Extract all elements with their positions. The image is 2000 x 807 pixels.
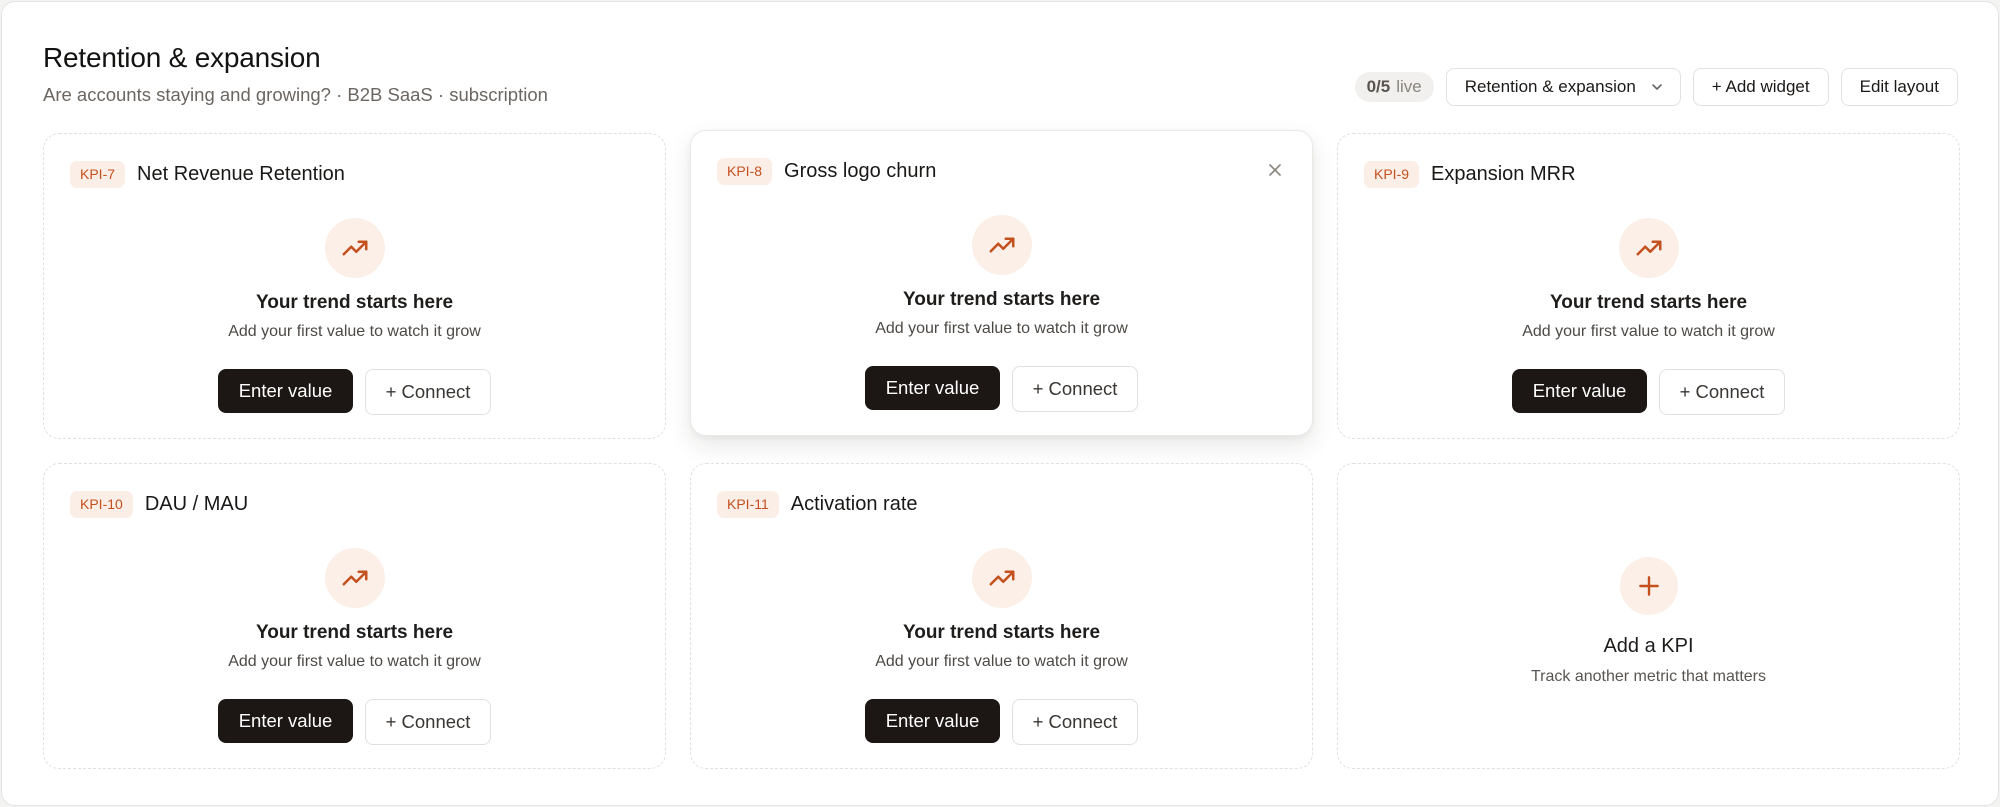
page-subtitle: Are accounts staying and growing? · B2B …	[43, 84, 548, 105]
kpi-card[interactable]: KPI-11 Activation rate Your trend starts…	[690, 463, 1313, 769]
connect-button[interactable]: + Connect	[365, 699, 491, 745]
kpi-name: Activation rate	[790, 492, 918, 515]
empty-state-title: Your trend starts here	[1549, 292, 1748, 313]
empty-state-subtitle: Add your first value to watch it grow	[1522, 323, 1775, 340]
edit-layout-button[interactable]: Edit layout	[1840, 68, 1958, 106]
card-actions: Enter value + Connect	[44, 369, 665, 415]
empty-state-subtitle: Add your first value to watch it grow	[228, 323, 481, 340]
add-widget-button[interactable]: + Add widget	[1692, 68, 1829, 106]
empty-state-subtitle: Add your first value to watch it grow	[875, 320, 1128, 337]
kpi-card[interactable]: KPI-8 Gross logo churn Your trend starts…	[690, 130, 1313, 436]
enter-value-button[interactable]: Enter value	[218, 369, 353, 413]
kpi-id-badge: KPI-11	[717, 490, 779, 518]
empty-state-title: Your trend starts here	[255, 622, 454, 643]
empty-state-subtitle: Add your first value to watch it grow	[228, 653, 481, 670]
kpi-card-header: KPI-9 Expansion MRR	[1364, 160, 1576, 188]
page-title: Retention & expansion	[43, 42, 321, 73]
add-kpi-subtitle: Track another metric that matters	[1530, 668, 1767, 685]
live-count: 0/5	[1366, 77, 1391, 96]
empty-state-subtitle: Add your first value to watch it grow	[875, 653, 1128, 670]
kpi-card[interactable]: KPI-7 Net Revenue Retention Your trend s…	[43, 133, 666, 439]
kpi-card-header: KPI-7 Net Revenue Retention	[70, 160, 345, 188]
trending-up-icon	[971, 548, 1032, 608]
add-kpi-card[interactable]: Add a KPI Track another metric that matt…	[1337, 463, 1960, 769]
kpi-card-header: KPI-11 Activation rate	[717, 490, 918, 518]
empty-state-title: Your trend starts here	[255, 292, 454, 313]
enter-value-button[interactable]: Enter value	[1512, 369, 1647, 413]
connect-button[interactable]: + Connect	[1012, 699, 1138, 745]
trending-up-icon	[324, 218, 385, 278]
add-kpi-title: Add a KPI	[1603, 635, 1694, 657]
close-icon[interactable]	[1266, 161, 1284, 179]
connect-button[interactable]: + Connect	[1659, 369, 1785, 415]
enter-value-button[interactable]: Enter value	[865, 699, 1000, 743]
kpi-id-badge: KPI-7	[70, 160, 126, 188]
trending-up-icon	[1618, 218, 1679, 278]
dashboard-frame: Retention & expansion Are accounts stayi…	[1, 1, 1999, 806]
kpi-card-header: KPI-10 DAU / MAU	[70, 490, 248, 518]
enter-value-button[interactable]: Enter value	[218, 699, 353, 743]
chevron-down-icon	[1651, 84, 1662, 90]
kpi-id-badge: KPI-9	[1364, 160, 1420, 188]
live-label: live	[1396, 77, 1422, 96]
live-status-badge: 0/5 live	[1354, 72, 1434, 102]
kpi-name: DAU / MAU	[144, 492, 249, 515]
dashboard-view-select[interactable]: Retention & expansion	[1445, 68, 1681, 106]
trending-up-icon	[324, 548, 385, 608]
kpi-card[interactable]: KPI-9 Expansion MRR Your trend starts he…	[1337, 133, 1960, 439]
card-actions: Enter value + Connect	[44, 699, 665, 745]
enter-value-button[interactable]: Enter value	[865, 366, 1000, 410]
card-actions: Enter value + Connect	[691, 366, 1312, 412]
trending-up-icon	[971, 215, 1032, 275]
connect-button[interactable]: + Connect	[365, 369, 491, 415]
dashboard-view-label: Retention & expansion	[1464, 77, 1636, 96]
plus-icon	[1619, 557, 1678, 615]
empty-state-title: Your trend starts here	[902, 622, 1101, 643]
kpi-card[interactable]: KPI-10 DAU / MAU Your trend starts here …	[43, 463, 666, 769]
kpi-name: Gross logo churn	[784, 159, 937, 182]
kpi-name: Net Revenue Retention	[137, 162, 345, 185]
kpi-name: Expansion MRR	[1431, 162, 1576, 185]
connect-button[interactable]: + Connect	[1012, 366, 1138, 412]
empty-state-title: Your trend starts here	[902, 289, 1101, 310]
kpi-card-header: KPI-8 Gross logo churn	[717, 157, 936, 185]
card-actions: Enter value + Connect	[1338, 369, 1959, 415]
kpi-id-badge: KPI-8	[717, 157, 773, 185]
toolbar: 0/5 live Retention & expansion + Add wid…	[1354, 68, 1958, 106]
kpi-id-badge: KPI-10	[70, 490, 133, 518]
card-actions: Enter value + Connect	[691, 699, 1312, 745]
